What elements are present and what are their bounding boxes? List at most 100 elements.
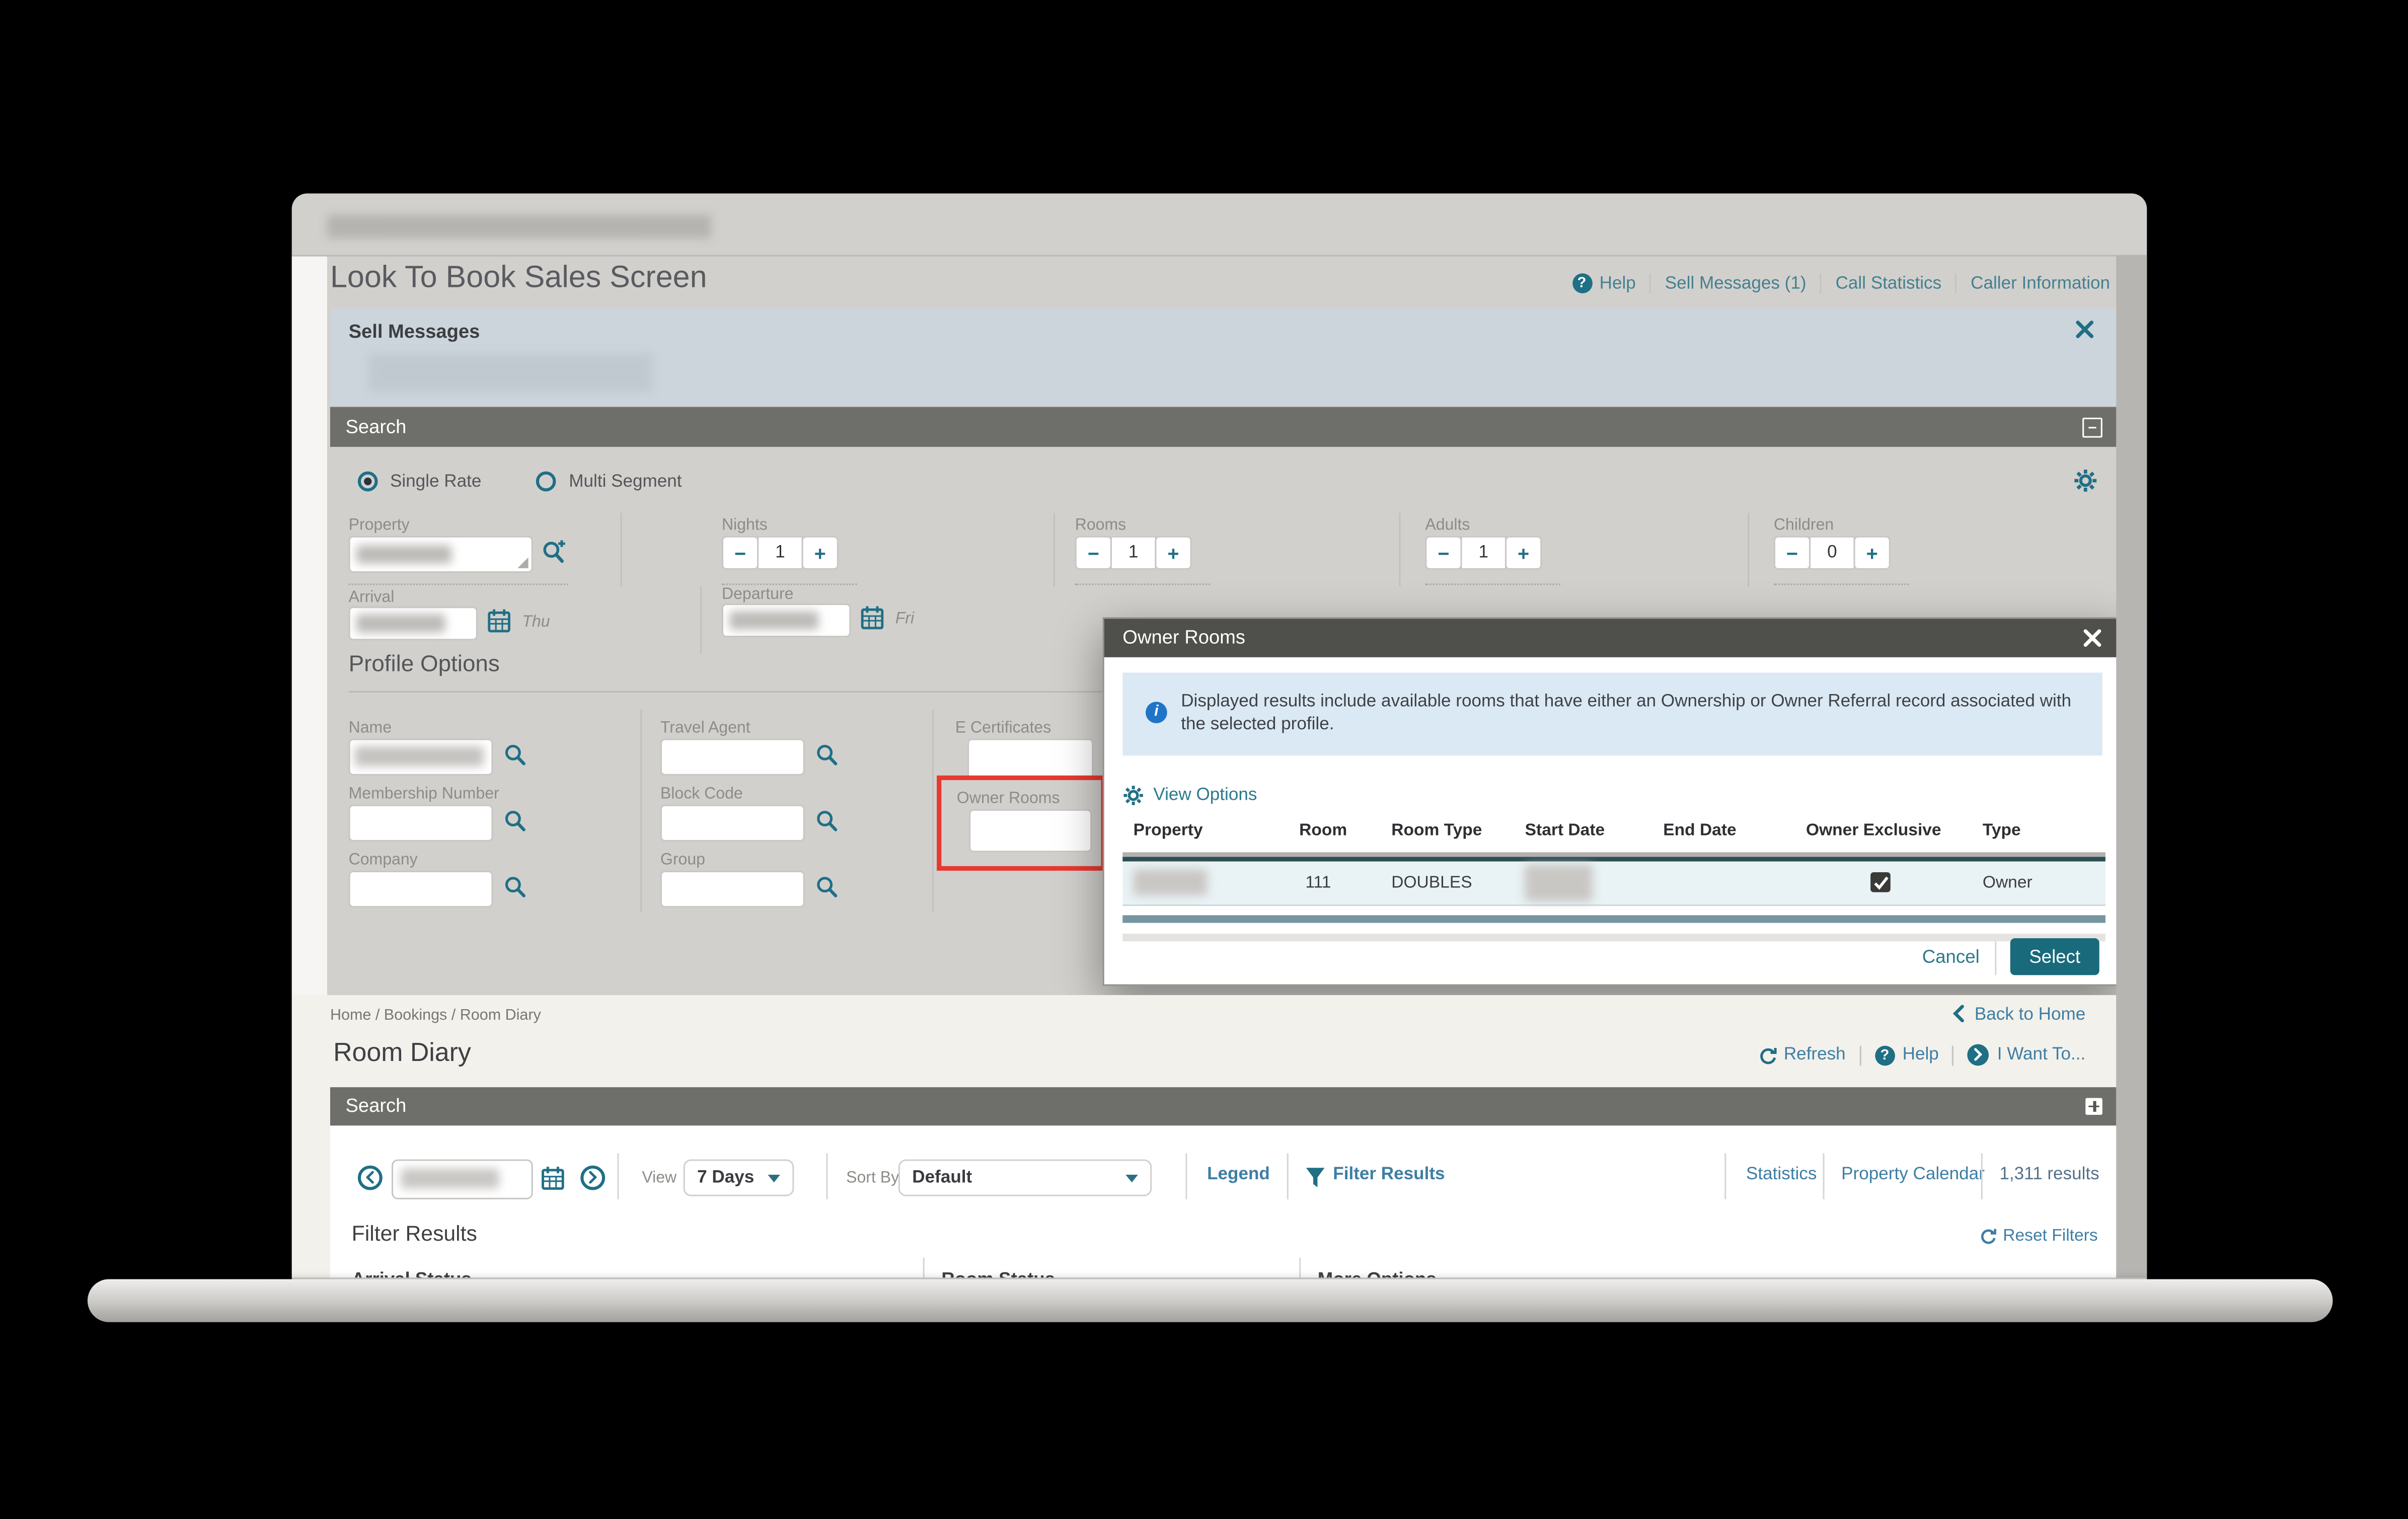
room-diary-actions: Refresh ? Help I Want To... [1756, 1044, 2085, 1066]
diary-date-input[interactable] [392, 1160, 533, 1199]
view-dropdown[interactable]: 7 Days [684, 1160, 794, 1196]
diary-calendar-icon[interactable] [541, 1166, 565, 1190]
adults-stepper: − 1 + [1425, 536, 1542, 570]
view-value: 7 Days [697, 1169, 754, 1187]
help-link[interactable]: Help [1600, 274, 1636, 293]
children-value[interactable]: 0 [1809, 536, 1855, 570]
help-link[interactable]: Help [1903, 1046, 1939, 1065]
laptop-base [88, 1279, 2333, 1322]
info-icon: i [1146, 702, 1167, 723]
nights-stepper: − 1 + [722, 536, 839, 570]
col-type: Type [1983, 821, 2021, 840]
close-icon[interactable] [2075, 320, 2095, 340]
adults-plus-button[interactable]: + [1505, 536, 1542, 570]
single-rate-radio[interactable] [358, 472, 378, 492]
rd-search-section-bar[interactable]: Search [330, 1087, 2116, 1125]
dialog-close-icon[interactable] [2082, 628, 2102, 648]
ltb-search-section-bar[interactable]: Search [330, 407, 2116, 447]
legend-link[interactable]: Legend [1207, 1166, 1270, 1184]
col-owner-exclusive: Owner Exclusive [1806, 821, 1941, 840]
property-search-icon[interactable] [542, 539, 567, 564]
group-input[interactable] [660, 871, 805, 907]
sort-by-label: Sort By [846, 1169, 899, 1187]
help-icon: ? [1572, 273, 1592, 293]
view-options[interactable]: View Options [1122, 785, 1257, 806]
children-stepper: − 0 + [1774, 536, 1891, 570]
breadcrumb[interactable]: Home / Bookings / Room Diary [330, 1007, 541, 1024]
multi-segment-label: Multi Segment [569, 472, 682, 491]
ltb-header-links: ? Help Sell Messages (1) Call Statistics… [1572, 273, 2110, 293]
children-label: Children [1774, 516, 1834, 535]
property-input[interactable] [349, 536, 533, 573]
block-code-search-icon[interactable] [815, 809, 839, 832]
adults-value[interactable]: 1 [1461, 536, 1507, 570]
travel-agent-input[interactable] [660, 739, 805, 776]
travel-agent-search-icon[interactable] [815, 743, 839, 767]
block-code-input[interactable] [660, 805, 805, 842]
e-certificates-label: E Certificates [955, 719, 1051, 737]
block-code-label: Block Code [660, 785, 743, 803]
call-statistics-link[interactable]: Call Statistics [1836, 274, 1942, 293]
date-forward-button[interactable] [580, 1166, 605, 1190]
group-search-icon[interactable] [815, 875, 839, 898]
table-scrollbar[interactable] [1122, 915, 2105, 923]
rooms-plus-button[interactable]: + [1155, 536, 1191, 570]
i-want-to-link[interactable]: I Want To... [1997, 1046, 2086, 1065]
arrival-day: Thu [522, 613, 550, 631]
children-plus-button[interactable]: + [1854, 536, 1891, 570]
table-row[interactable]: 111 DOUBLES Owner [1122, 862, 2105, 906]
statistics-link[interactable]: Statistics [1746, 1166, 1817, 1184]
company-input[interactable] [349, 871, 493, 907]
e-certificates-input[interactable] [967, 739, 1093, 779]
departure-input[interactable] [722, 603, 851, 637]
owner-rooms-label: Owner Rooms [957, 789, 1060, 808]
reset-filters[interactable]: Reset Filters [1978, 1227, 2097, 1246]
departure-day: Fri [895, 610, 914, 628]
chevron-down-icon [768, 1174, 780, 1181]
collapse-icon[interactable] [2082, 418, 2102, 438]
expand-icon[interactable] [2085, 1098, 2102, 1115]
adults-minus-button[interactable]: − [1425, 536, 1462, 570]
name-search-icon[interactable] [504, 743, 527, 767]
page-title: Look To Book Sales Screen [330, 261, 707, 296]
arrival-label: Arrival [349, 588, 395, 607]
nights-plus-button[interactable]: + [802, 536, 839, 570]
caller-information-link[interactable]: Caller Information [1971, 274, 2110, 293]
back-to-home[interactable]: Back to Home [1950, 1004, 2085, 1024]
rd-search-title: Search [345, 1095, 406, 1116]
view-options-gear-icon [1122, 785, 1144, 806]
nights-minus-button[interactable]: − [722, 536, 759, 570]
property-calendar-link[interactable]: Property Calendar [1841, 1166, 1985, 1184]
travel-agent-label: Travel Agent [660, 719, 750, 737]
membership-search-icon[interactable] [504, 809, 527, 832]
rooms-minus-button[interactable]: − [1075, 536, 1112, 570]
page-right-margin [2116, 255, 2147, 1277]
reset-icon [1978, 1227, 1997, 1246]
arrival-calendar-icon[interactable] [487, 608, 511, 633]
select-button[interactable]: Select [2010, 938, 2099, 975]
search-settings-gear-icon[interactable] [2073, 469, 2098, 493]
sort-by-dropdown[interactable]: Default [898, 1160, 1152, 1196]
nights-value[interactable]: 1 [757, 536, 803, 570]
owner-exclusive-checkbox[interactable] [1870, 872, 1891, 892]
cancel-button[interactable]: Cancel [1906, 946, 1979, 967]
arrival-input[interactable] [349, 606, 478, 640]
multi-segment-radio[interactable] [537, 472, 557, 492]
children-minus-button[interactable]: − [1774, 536, 1811, 570]
refresh-link[interactable]: Refresh [1784, 1046, 1846, 1065]
filter-results-link[interactable]: Filter Results [1333, 1166, 1445, 1184]
info-banner: i Displayed results include available ro… [1122, 672, 2102, 755]
i-want-to-icon [1968, 1044, 1990, 1066]
rooms-value[interactable]: 1 [1110, 536, 1157, 570]
date-back-button[interactable] [358, 1166, 383, 1190]
departure-calendar-icon[interactable] [860, 605, 885, 630]
sell-messages-link[interactable]: Sell Messages (1) [1665, 274, 1807, 293]
company-search-icon[interactable] [504, 875, 527, 898]
membership-input[interactable] [349, 805, 493, 842]
refresh-icon [1756, 1045, 1776, 1065]
property-label: Property [349, 516, 410, 535]
nights-label: Nights [722, 516, 768, 535]
owner-rooms-input[interactable] [969, 809, 1092, 852]
name-input[interactable] [349, 739, 493, 776]
dialog-title: Owner Rooms [1122, 627, 1245, 648]
